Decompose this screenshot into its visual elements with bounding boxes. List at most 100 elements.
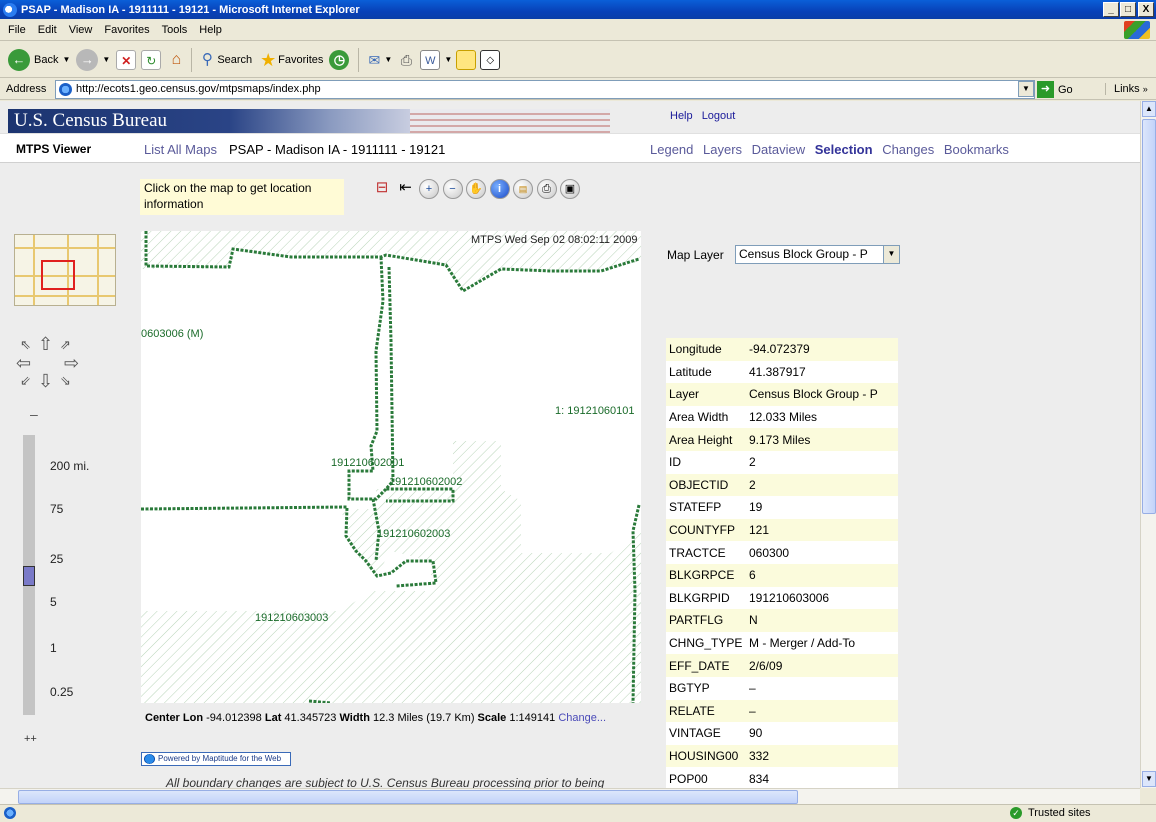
measure-icon[interactable]: ▤ <box>513 179 533 199</box>
extent-icon[interactable]: ⊟ <box>372 179 392 199</box>
go-arrow-icon: ➜ <box>1037 81 1054 98</box>
current-view-box[interactable] <box>41 260 75 290</box>
address-input[interactable]: http://ecots1.geo.census.gov/mtpsmaps/in… <box>55 80 1035 99</box>
close-button[interactable]: X <box>1138 2 1154 17</box>
maximize-button[interactable]: □ <box>1120 2 1136 17</box>
globe-icon <box>144 754 155 764</box>
mail-icon[interactable]: ✉ <box>364 50 384 70</box>
menu-view[interactable]: View <box>69 24 93 36</box>
info-icon[interactable]: i <box>489 179 510 199</box>
logout-link[interactable]: Logout <box>702 110 736 122</box>
star-icon: ★ <box>260 49 277 70</box>
forward-arrow-icon: → <box>76 48 99 71</box>
menu-help[interactable]: Help <box>199 24 222 36</box>
change-scale-link[interactable]: Change... <box>558 712 606 724</box>
zoom-in-icon[interactable]: + <box>419 179 439 199</box>
attribute-key: OBJECTID <box>666 473 746 497</box>
print-map-icon[interactable]: ⎙ <box>536 179 557 199</box>
horizontal-scrollbar[interactable] <box>0 788 1140 804</box>
go-button[interactable]: ➜ Go <box>1037 81 1073 98</box>
powered-by-badge[interactable]: Powered by Maptitude for the Web <box>141 752 291 766</box>
tab-legend[interactable]: Legend <box>650 142 693 157</box>
pan-northeast-icon[interactable]: ⇗ <box>60 337 71 353</box>
note-icon[interactable] <box>456 49 477 70</box>
map-scale: 1:149141 <box>509 712 556 724</box>
edit-word-icon[interactable]: W <box>420 49 441 70</box>
pan-hand-icon[interactable]: ✋ <box>466 179 486 199</box>
scroll-down-icon[interactable]: ▼ <box>1142 771 1156 787</box>
attribute-key: PARTFLG <box>666 609 746 632</box>
favorites-button[interactable]: ★ Favorites <box>258 50 323 70</box>
vertical-scroll-thumb[interactable] <box>1142 119 1156 514</box>
table-row: EFF_DATE 2/6/09 <box>666 654 898 677</box>
pan-south-icon[interactable]: ⇩ <box>38 371 53 392</box>
home-icon[interactable]: ⌂ <box>166 50 186 70</box>
pan-control: ⇖ ⇧ ⇗ ⇦ ⇨ ⇙ ⇩ ⇘ <box>16 334 90 397</box>
address-dropdown-button[interactable]: ▼ <box>1018 81 1034 97</box>
window-title-bar[interactable]: PSAP - Madison IA - 1911111 - 19121 - Mi… <box>0 0 1156 19</box>
minimize-button[interactable]: _ <box>1103 2 1119 17</box>
stop-icon[interactable]: ✕ <box>116 49 137 70</box>
pan-west-icon[interactable]: ⇦ <box>16 353 31 374</box>
menu-tools[interactable]: Tools <box>162 24 188 36</box>
previous-view-icon[interactable]: ⇤ <box>396 179 416 199</box>
forward-button[interactable]: → ▼ <box>76 48 110 71</box>
map-center-info: Center Lon -94.012398 Lat 41.345723 Widt… <box>145 712 607 724</box>
history-icon[interactable]: ◷ <box>329 49 350 70</box>
zoom-level-label: 25 <box>50 552 64 566</box>
attribute-key: Layer <box>666 383 746 406</box>
tab-bookmarks[interactable]: Bookmarks <box>944 142 1009 157</box>
zoom-out-icon[interactable]: − <box>442 179 463 199</box>
pan-southwest-icon[interactable]: ⇙ <box>20 373 31 389</box>
list-all-maps-link[interactable]: List All Maps <box>144 142 217 157</box>
tab-selection[interactable]: Selection <box>815 142 873 157</box>
instruction-box: Click on the map to get location informa… <box>140 179 344 215</box>
tab-changes[interactable]: Changes <box>882 142 934 157</box>
attribute-value: – <box>746 676 898 700</box>
pan-east-icon[interactable]: ⇨ <box>64 353 79 374</box>
overview-map[interactable] <box>14 234 116 306</box>
menu-file[interactable]: File <box>8 24 26 36</box>
back-button[interactable]: ← Back ▼ <box>8 48 70 71</box>
zoom-minus-button[interactable]: – <box>30 406 38 422</box>
page-content: U.S. Census Bureau Help Logout MTPS View… <box>0 101 1140 788</box>
scroll-up-icon[interactable]: ▲ <box>1142 101 1156 117</box>
attribute-value: 191210603006 <box>746 586 898 610</box>
tab-layers[interactable]: Layers <box>703 142 742 157</box>
help-link[interactable]: Help <box>670 110 693 122</box>
map-layer-select[interactable]: Census Block Group - P ▼ <box>735 245 900 264</box>
app-nav-row: MTPS Viewer List All Maps PSAP - Madison… <box>0 133 1140 163</box>
vertical-scrollbar[interactable]: ▲ ▼ <box>1140 101 1156 788</box>
zoom-slider-handle[interactable] <box>23 566 35 586</box>
zoom-level-label: 75 <box>50 502 64 516</box>
messenger-icon[interactable]: ◇ <box>480 49 501 70</box>
map-label: 1: 19121060101 <box>555 405 635 417</box>
refresh-icon[interactable]: ↻ <box>141 49 162 70</box>
census-banner: U.S. Census Bureau <box>8 109 410 133</box>
pan-north-icon[interactable]: ⇧ <box>38 334 53 355</box>
menu-favorites[interactable]: Favorites <box>104 24 149 36</box>
disclaimer-text: All boundary changes are subject to U.S.… <box>166 776 605 788</box>
zoom-level-label: 1 <box>50 641 57 655</box>
attribute-key: RELATE <box>666 699 746 723</box>
print-icon[interactable]: ⎙ <box>396 50 416 70</box>
status-bar: ✓ Trusted sites <box>0 804 1156 822</box>
chevron-down-icon: ▼ <box>883 246 899 263</box>
pan-southeast-icon[interactable]: ⇘ <box>60 373 71 389</box>
table-row: VINTAGE 90 <box>666 722 898 745</box>
attribute-value: 9.173 Miles <box>746 428 898 451</box>
zoom-plus-button[interactable]: ++ <box>24 733 37 745</box>
attribute-value: 332 <box>746 744 898 768</box>
horizontal-scroll-thumb[interactable] <box>18 790 798 804</box>
view-tabs: Legend Layers Dataview Selection Changes… <box>650 142 1015 157</box>
map-canvas[interactable]: MTPS Wed Sep 02 08:02:11 2009 0603006 (M… <box>141 231 641 703</box>
overview-road <box>15 247 115 249</box>
tab-dataview[interactable]: Dataview <box>752 142 805 157</box>
export-icon[interactable]: ▣ <box>560 179 580 199</box>
pan-northwest-icon[interactable]: ⇖ <box>20 337 31 353</box>
links-button[interactable]: Links » <box>1105 83 1148 95</box>
table-row: COUNTYFP 121 <box>666 518 898 542</box>
menu-edit[interactable]: Edit <box>38 24 57 36</box>
search-button[interactable]: ⚲ Search <box>197 50 252 70</box>
attribute-key: BGTYP <box>666 676 746 700</box>
